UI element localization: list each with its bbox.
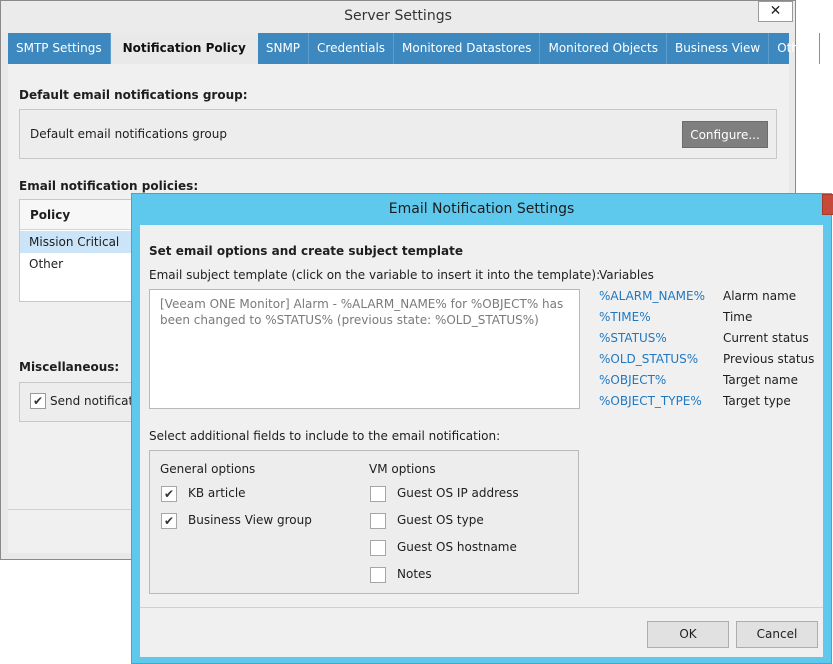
- policies-table: Policy Mission Critical Other: [19, 199, 149, 302]
- table-row[interactable]: Mission Critical: [20, 231, 148, 253]
- guest-os-hostname-label: Guest OS hostname: [397, 540, 517, 554]
- variable-description: Target name: [723, 373, 798, 387]
- tab-monitored-datastores[interactable]: Monitored Datastores: [394, 33, 541, 64]
- variables-header: Variables: [599, 268, 654, 282]
- vm-options-title: VM options: [369, 462, 436, 476]
- kb-article-label: KB article: [188, 486, 246, 500]
- policies-heading: Email notification policies:: [19, 179, 199, 193]
- divider: [140, 607, 823, 608]
- dialog-body: Set email options and create subject tem…: [140, 225, 823, 657]
- default-group-box: Default email notifications group Config…: [19, 109, 777, 159]
- close-icon[interactable]: ✕: [822, 194, 833, 215]
- dialog-title: Email Notification Settings: [388, 201, 575, 217]
- table-row[interactable]: Other: [20, 253, 148, 275]
- variable-description: Alarm name: [723, 289, 797, 303]
- notes-checkbox[interactable]: [370, 567, 386, 583]
- policy-column-header[interactable]: Policy: [20, 200, 148, 230]
- tab-other[interactable]: Other: [769, 33, 821, 64]
- subject-template-label: Email subject template (click on the var…: [149, 268, 601, 282]
- dialog-heading: Set email options and create subject tem…: [149, 244, 463, 258]
- server-settings-titlebar[interactable]: Server Settings ✕: [1, 1, 795, 33]
- cancel-button[interactable]: Cancel: [736, 621, 818, 648]
- variable-description: Current status: [723, 331, 809, 345]
- guest-os-type-checkbox[interactable]: [370, 513, 386, 529]
- guest-os-type-label: Guest OS type: [397, 513, 484, 527]
- tab-smtp-settings[interactable]: SMTP Settings: [8, 33, 111, 64]
- general-options-title: General options: [160, 462, 256, 476]
- miscellaneous-heading: Miscellaneous:: [19, 360, 120, 374]
- variable-description: Previous status: [723, 352, 815, 366]
- guest-os-ip-label: Guest OS IP address: [397, 486, 519, 500]
- tab-bar: SMTP Settings Notification Policy SNMP C…: [8, 33, 821, 64]
- send-notification-label: Send notificatio: [50, 394, 144, 408]
- tab-notification-policy[interactable]: Notification Policy: [110, 33, 258, 64]
- tab-snmp[interactable]: SNMP: [258, 33, 310, 64]
- guest-os-hostname-checkbox[interactable]: [370, 540, 386, 556]
- miscellaneous-box: ✔ Send notificatio: [19, 382, 149, 422]
- kb-article-checkbox[interactable]: ✔: [161, 486, 177, 502]
- send-notification-checkbox[interactable]: ✔: [30, 393, 46, 409]
- variable-link-object-type[interactable]: %OBJECT_TYPE%: [599, 394, 702, 408]
- variable-description: Target type: [723, 394, 791, 408]
- tab-business-view[interactable]: Business View: [667, 33, 770, 64]
- guest-os-ip-checkbox[interactable]: [370, 486, 386, 502]
- additional-fields-label: Select additional fields to include to t…: [149, 429, 501, 443]
- window-title: Server Settings: [344, 8, 452, 24]
- business-view-group-checkbox[interactable]: ✔: [161, 513, 177, 529]
- ok-button[interactable]: OK: [647, 621, 729, 648]
- variable-description: Time: [723, 310, 753, 324]
- business-view-group-label: Business View group: [188, 513, 312, 527]
- tab-monitored-objects[interactable]: Monitored Objects: [540, 33, 667, 64]
- subject-template-input[interactable]: [Veeam ONE Monitor] Alarm - %ALARM_NAME%…: [149, 289, 580, 409]
- default-group-heading: Default email notifications group:: [19, 88, 248, 102]
- close-icon[interactable]: ✕: [758, 1, 793, 22]
- additional-fields-box: General options ✔ KB article ✔ Business …: [149, 450, 579, 594]
- email-notification-settings-dialog: Email Notification Settings ✕ Set email …: [131, 193, 833, 664]
- variable-link-old-status[interactable]: %OLD_STATUS%: [599, 352, 698, 366]
- variable-link-status[interactable]: %STATUS%: [599, 331, 667, 345]
- variable-link-object[interactable]: %OBJECT%: [599, 373, 666, 387]
- default-group-label: Default email notifications group: [30, 127, 227, 141]
- notes-label: Notes: [397, 567, 432, 581]
- configure-button[interactable]: Configure...: [682, 121, 768, 148]
- variable-link-alarm-name[interactable]: %ALARM_NAME%: [599, 289, 705, 303]
- variable-link-time[interactable]: %TIME%: [599, 310, 651, 324]
- tab-credentials[interactable]: Credentials: [309, 33, 395, 64]
